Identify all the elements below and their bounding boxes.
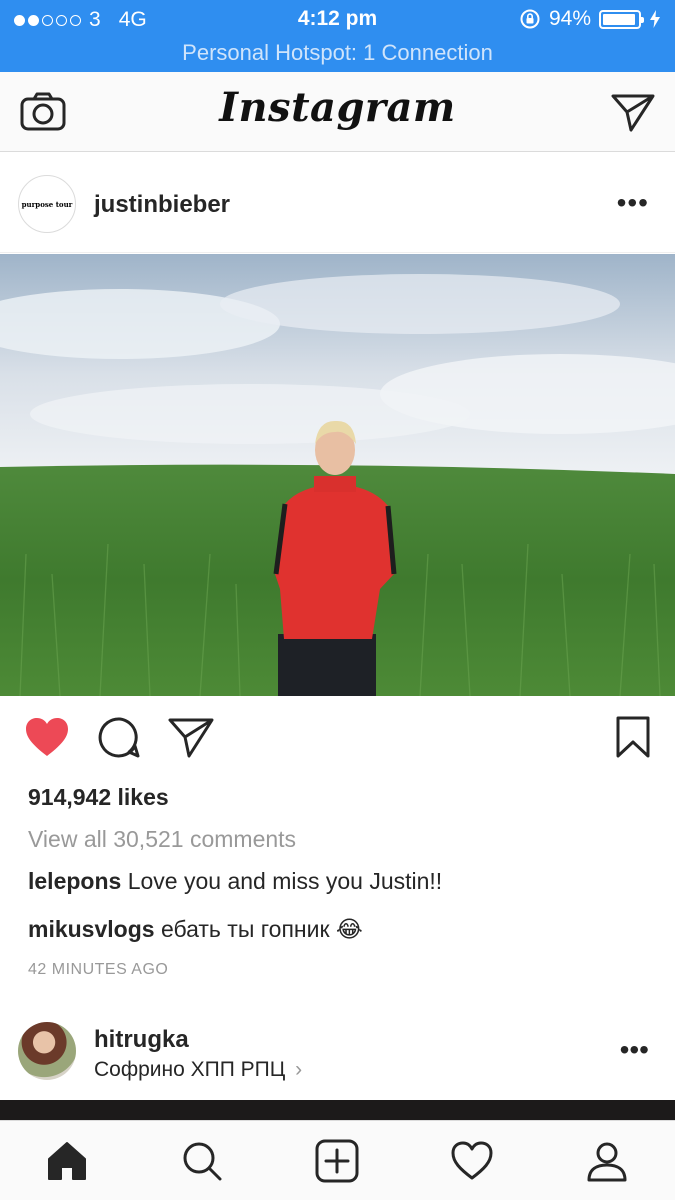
bookmark-icon[interactable] xyxy=(615,716,651,758)
search-icon[interactable] xyxy=(180,1139,224,1183)
heart-icon[interactable] xyxy=(24,716,70,758)
comment-icon[interactable] xyxy=(98,716,142,760)
next-post-header: hitrugka Софрино ХПП РПЦ › ••• xyxy=(0,1000,675,1100)
home-icon[interactable] xyxy=(45,1139,89,1183)
avatar[interactable]: purpose tour xyxy=(18,175,76,233)
bottom-tab-bar xyxy=(0,1120,675,1200)
profile-icon[interactable] xyxy=(585,1139,629,1183)
location-text: Софрино ХПП РПЦ xyxy=(94,1058,286,1081)
comment-item: mikusvlogs ебать ты гопник 😂 xyxy=(28,916,363,943)
more-options-icon[interactable]: ••• xyxy=(620,1036,649,1064)
like-count[interactable]: 914,942 likes xyxy=(28,784,169,811)
post-header: purpose tour justinbieber ••• xyxy=(0,153,675,253)
app-header: Instagram xyxy=(0,72,675,152)
status-bar: 3 4G 4:12 pm 94% Personal Hotspot: 1 Con… xyxy=(0,0,675,72)
comment-text: Love you and miss you Justin!! xyxy=(127,868,443,894)
heart-icon[interactable] xyxy=(450,1139,494,1183)
share-icon[interactable] xyxy=(168,716,214,758)
avatar[interactable] xyxy=(18,1022,76,1080)
comment-item: lelepons Love you and miss you Justin!! xyxy=(28,868,442,895)
instagram-logo: Instagram xyxy=(219,84,456,131)
status-right: 94% xyxy=(519,7,661,31)
add-post-icon[interactable] xyxy=(315,1139,359,1183)
post-location[interactable]: Софрино ХПП РПЦ › xyxy=(94,1058,302,1082)
battery-percent: 94% xyxy=(548,7,591,30)
comment-username[interactable]: lelepons xyxy=(28,868,121,894)
paper-plane-icon[interactable] xyxy=(611,92,655,132)
rotation-lock-icon xyxy=(520,9,540,29)
field-photo-illustration xyxy=(0,254,675,696)
more-options-icon[interactable]: ••• xyxy=(617,189,649,217)
next-post-photo[interactable] xyxy=(0,1100,675,1122)
view-all-comments-link[interactable]: View all 30,521 comments xyxy=(28,826,296,853)
avatar-logo-text: purpose tour xyxy=(21,199,73,209)
post-username[interactable]: hitrugka xyxy=(94,1026,189,1054)
post-photo[interactable] xyxy=(0,254,675,696)
charging-icon xyxy=(650,10,660,28)
chevron-right-icon: › xyxy=(295,1058,303,1081)
post-username[interactable]: justinbieber xyxy=(94,191,230,219)
comment-username[interactable]: mikusvlogs xyxy=(28,916,155,942)
post-actions xyxy=(0,716,675,766)
hotspot-banner[interactable]: Personal Hotspot: 1 Connection xyxy=(0,40,675,66)
post-timestamp: 42 MINUTES AGO xyxy=(28,961,169,978)
comment-text: ебать ты гопник 😂 xyxy=(160,916,363,942)
battery-icon xyxy=(599,9,644,29)
